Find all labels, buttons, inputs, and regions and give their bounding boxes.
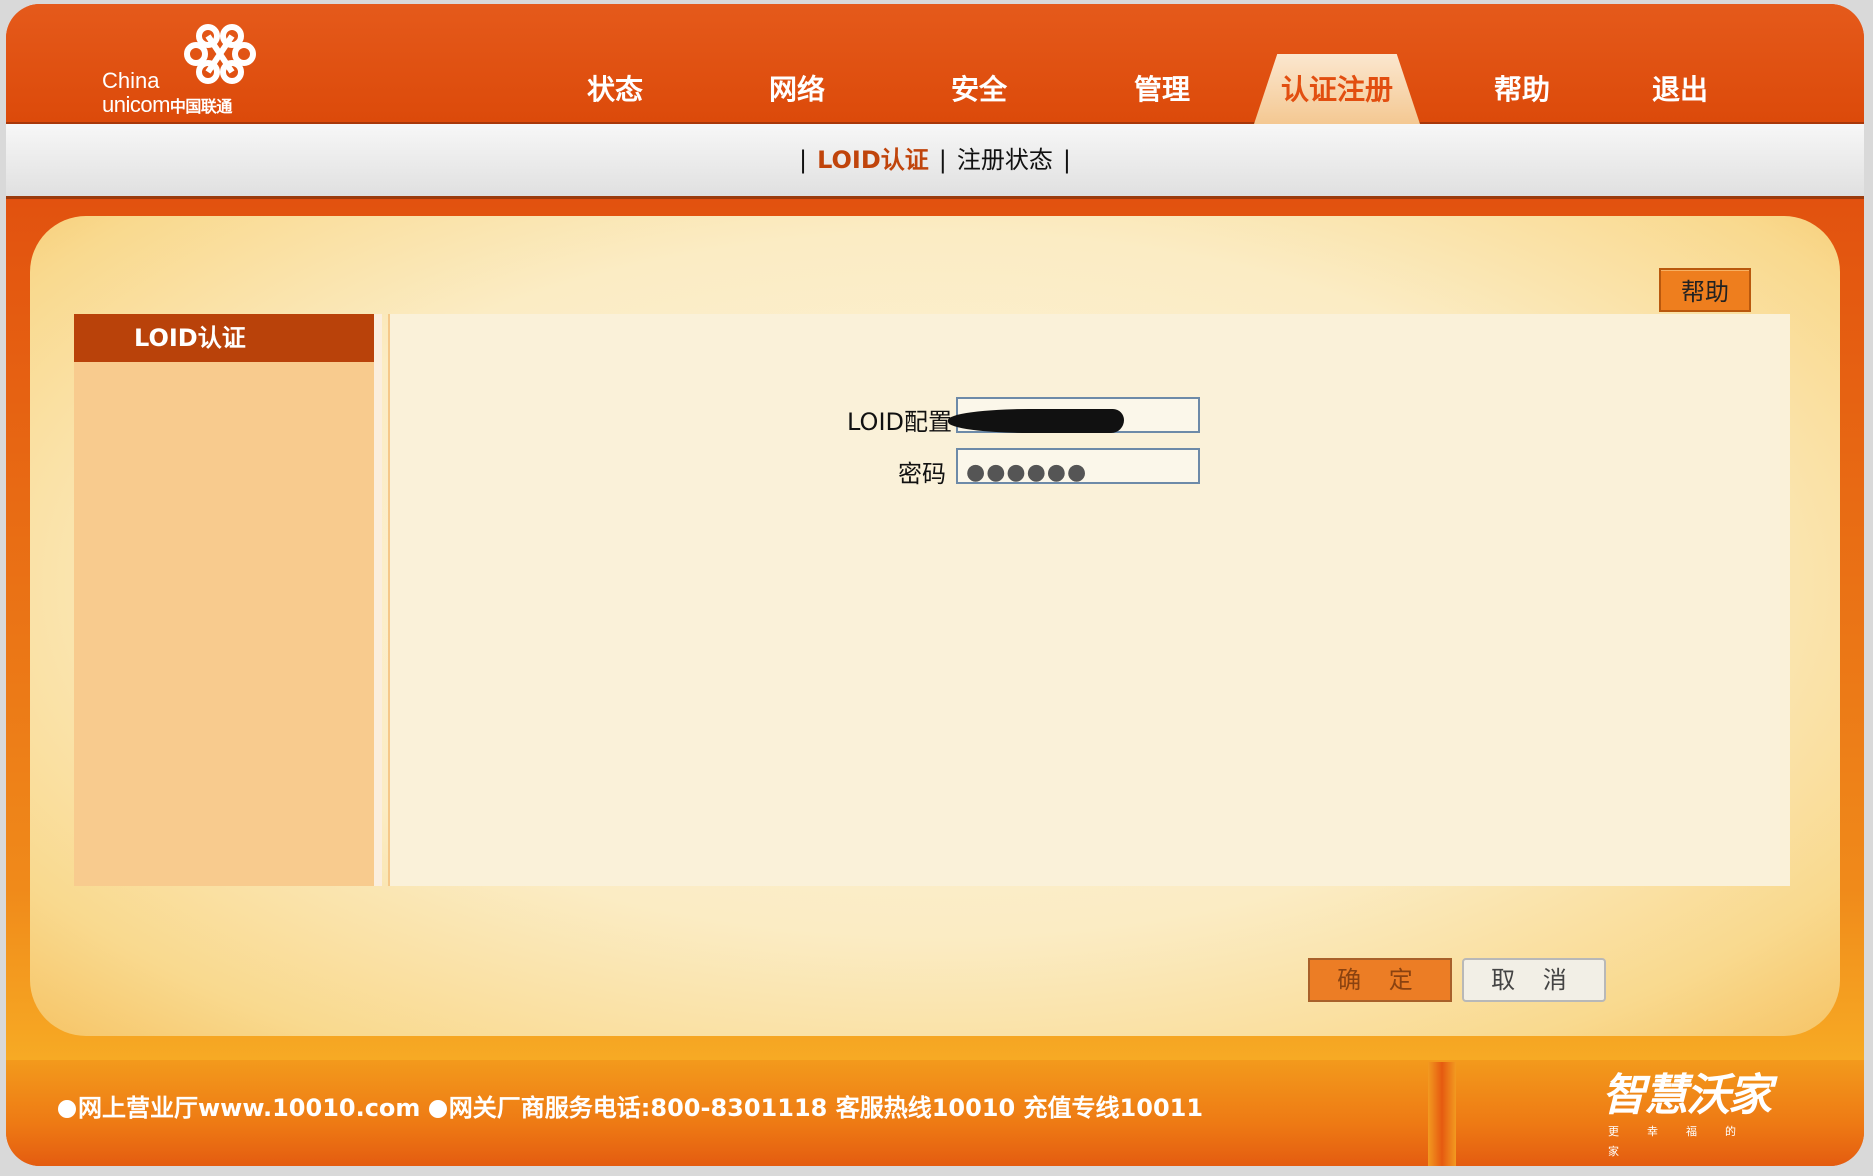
logo-text-china: China bbox=[102, 68, 160, 93]
password-mask-text: ●●●●●● bbox=[966, 460, 1088, 485]
footer-hotlines: 网关厂商服务电话:800-8301118 客服热线10010 充值专线10011 bbox=[448, 1094, 1204, 1122]
nav-management[interactable]: 管理 bbox=[1102, 60, 1222, 120]
sidebar: LOID认证 bbox=[74, 314, 382, 886]
subnav-separator: | bbox=[799, 146, 808, 174]
logo-text-unicom: unicom中国联通 bbox=[102, 92, 232, 117]
footer-website: 网上营业厅www.10010.com bbox=[78, 1094, 421, 1122]
nav-help[interactable]: 帮助 bbox=[1462, 60, 1582, 120]
confirm-button[interactable]: 确 定 bbox=[1308, 958, 1452, 1002]
brand-slogan: 更幸福的家 bbox=[1608, 1125, 1764, 1158]
unicom-knot-icon bbox=[184, 24, 256, 84]
cancel-button[interactable]: 取 消 bbox=[1462, 958, 1606, 1002]
subnav-register-status[interactable]: 注册状态 bbox=[957, 146, 1053, 174]
redacted-mask bbox=[948, 409, 1124, 433]
password-label: 密码 bbox=[898, 460, 946, 488]
router-admin-window: China unicom中国联通 状态 网络 安全 管理 认证注册 帮助 退出 … bbox=[6, 4, 1864, 1166]
bullet-icon bbox=[58, 1100, 76, 1118]
nav-logout[interactable]: 退出 bbox=[1620, 60, 1740, 120]
nav-network[interactable]: 网络 bbox=[737, 60, 857, 120]
smart-home-brand-logo: 智慧沃家 更幸福的家 bbox=[1602, 1070, 1802, 1160]
nav-security[interactable]: 安全 bbox=[919, 60, 1039, 120]
loid-label: LOID配置 bbox=[847, 408, 952, 436]
sub-navigation: | LOID认证 | 注册状态 | bbox=[6, 124, 1864, 199]
nav-auth-register[interactable]: 认证注册 bbox=[1259, 60, 1415, 120]
nav-status[interactable]: 状态 bbox=[555, 60, 675, 120]
subnav-separator: | bbox=[1062, 146, 1071, 174]
brand-title: 智慧沃家 bbox=[1602, 1070, 1772, 1121]
bullet-icon bbox=[428, 1100, 447, 1118]
subnav-loid-auth[interactable]: LOID认证 bbox=[817, 146, 929, 174]
help-button[interactable]: 帮助 bbox=[1659, 268, 1751, 312]
china-unicom-logo: China unicom中国联通 bbox=[102, 22, 302, 122]
subnav-separator: | bbox=[938, 146, 947, 174]
sidebar-item-loid-auth[interactable]: LOID认证 bbox=[74, 314, 374, 362]
footer-divider bbox=[1428, 1062, 1456, 1166]
top-navigation-bar: China unicom中国联通 状态 网络 安全 管理 认证注册 帮助 退出 bbox=[6, 4, 1864, 124]
footer-contact-info: 网上营业厅www.10010.com 网关厂商服务电话:800-8301118 … bbox=[58, 1088, 1203, 1123]
